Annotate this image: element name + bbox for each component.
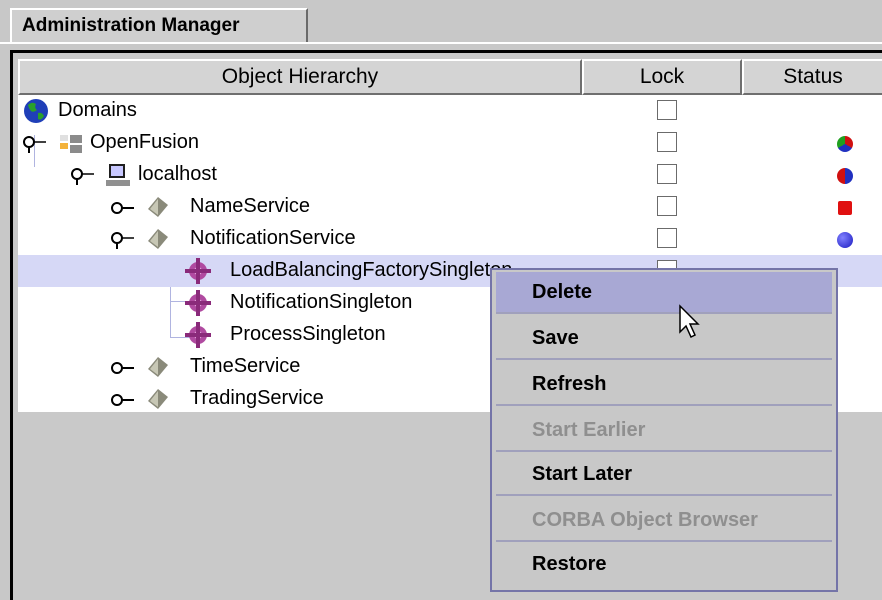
globe-icon: [24, 99, 48, 123]
status-blue-icon: [837, 232, 853, 248]
computer-icon: [106, 164, 130, 186]
menu-item-start-earlier[interactable]: Start Earlier: [496, 410, 832, 452]
status-multicolor-icon: [837, 136, 853, 152]
service-icon: [148, 197, 168, 217]
lock-checkbox[interactable]: [657, 164, 677, 184]
mouse-pointer-icon: [679, 304, 700, 339]
expand-handle-icon[interactable]: [70, 167, 96, 185]
tree-label: NameService: [190, 195, 311, 217]
context-menu: Delete Save Refresh Start Earlier Start …: [490, 268, 838, 592]
tree-label: LoadBalancingFactorySingleton: [230, 259, 513, 281]
collapse-handle-icon[interactable]: [110, 391, 136, 409]
tab-baseline: [0, 42, 882, 44]
lock-checkbox[interactable]: [657, 100, 677, 120]
expand-handle-icon[interactable]: [22, 135, 48, 153]
lock-checkbox[interactable]: [657, 228, 677, 248]
collapse-handle-icon[interactable]: [110, 359, 136, 377]
tree-label: NotificationSingleton: [230, 291, 413, 313]
menu-item-start-later[interactable]: Start Later: [496, 454, 832, 496]
tree-row-nameservice[interactable]: NameService: [18, 191, 882, 223]
service-icon: [148, 389, 168, 409]
tree-row-openfusion[interactable]: OpenFusion: [18, 127, 882, 159]
tree-label: localhost: [138, 163, 217, 185]
tree-label: OpenFusion: [90, 131, 199, 153]
component-icon: [185, 290, 211, 316]
service-icon: [148, 229, 168, 249]
component-icon: [185, 258, 211, 284]
component-icon: [185, 322, 211, 348]
column-header-object-hierarchy[interactable]: Object Hierarchy: [18, 59, 582, 95]
tree-row-notificationservice[interactable]: NotificationService: [18, 223, 882, 255]
status-red-blue-icon: [837, 168, 853, 184]
tree-row-domains[interactable]: Domains: [18, 95, 882, 127]
menu-item-restore[interactable]: Restore: [496, 544, 832, 586]
menu-item-corba-object-browser[interactable]: CORBA Object Browser: [496, 500, 832, 542]
service-icon: [148, 357, 168, 377]
lock-checkbox[interactable]: [657, 196, 677, 216]
tree-label: TimeService: [190, 355, 301, 377]
column-header-status[interactable]: Status: [742, 59, 882, 95]
tree-label: TradingService: [190, 387, 324, 409]
status-red-icon: [838, 201, 852, 215]
lock-checkbox[interactable]: [657, 132, 677, 152]
column-header-lock[interactable]: Lock: [582, 59, 742, 95]
tree-label: NotificationService: [190, 227, 356, 249]
menu-item-delete[interactable]: Delete: [496, 272, 832, 314]
menu-item-save[interactable]: Save: [496, 318, 832, 360]
expand-handle-icon[interactable]: [110, 231, 136, 249]
tab-administration-manager[interactable]: Administration Manager: [10, 8, 308, 42]
tree-label: ProcessSingleton: [230, 323, 386, 345]
tree-row-localhost[interactable]: localhost: [18, 159, 882, 191]
collapse-handle-icon[interactable]: [110, 199, 136, 217]
tree-label: Domains: [58, 99, 137, 121]
menu-item-refresh[interactable]: Refresh: [496, 364, 832, 406]
network-icon: [60, 135, 82, 153]
